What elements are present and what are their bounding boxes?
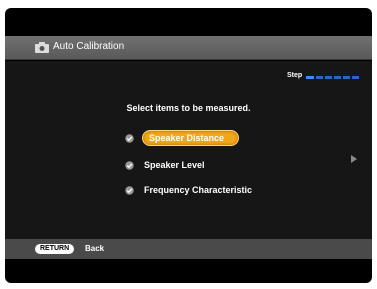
step-segment — [343, 76, 350, 79]
step-label: Step — [287, 72, 303, 79]
main-panel: Step Select items to be measured. Speake… — [5, 61, 372, 239]
item-speaker-level[interactable]: Speaker Level — [125, 157, 207, 173]
item-label: Frequency Characteristic — [144, 185, 253, 195]
instruction-text: Select items to be measured. — [126, 103, 251, 113]
step-segment — [316, 76, 323, 79]
step-segment — [306, 76, 314, 79]
back-label: Back — [85, 244, 105, 253]
item-label: Speaker Distance — [142, 130, 240, 146]
item-frequency-characteristic[interactable]: Frequency Characteristic — [125, 182, 254, 198]
check-icon — [125, 185, 134, 195]
footer-bar: RETURN Back — [5, 239, 372, 259]
step-indicator — [306, 76, 359, 79]
item-speaker-distance[interactable]: Speaker Distance — [125, 130, 240, 146]
item-label: Speaker Level — [144, 160, 205, 170]
osd-screen: Auto Calibration Step Select items to be… — [5, 8, 372, 283]
check-icon — [125, 160, 134, 170]
check-icon — [125, 133, 134, 143]
return-button[interactable]: RETURN — [35, 244, 75, 254]
receiver-icon — [35, 42, 49, 53]
right-arrow-icon[interactable] — [351, 155, 357, 163]
header-bar: Auto Calibration — [5, 36, 372, 60]
step-segment — [334, 76, 341, 79]
step-segment — [325, 76, 332, 79]
step-segment — [352, 76, 359, 79]
page-title: Auto Calibration — [53, 41, 125, 52]
